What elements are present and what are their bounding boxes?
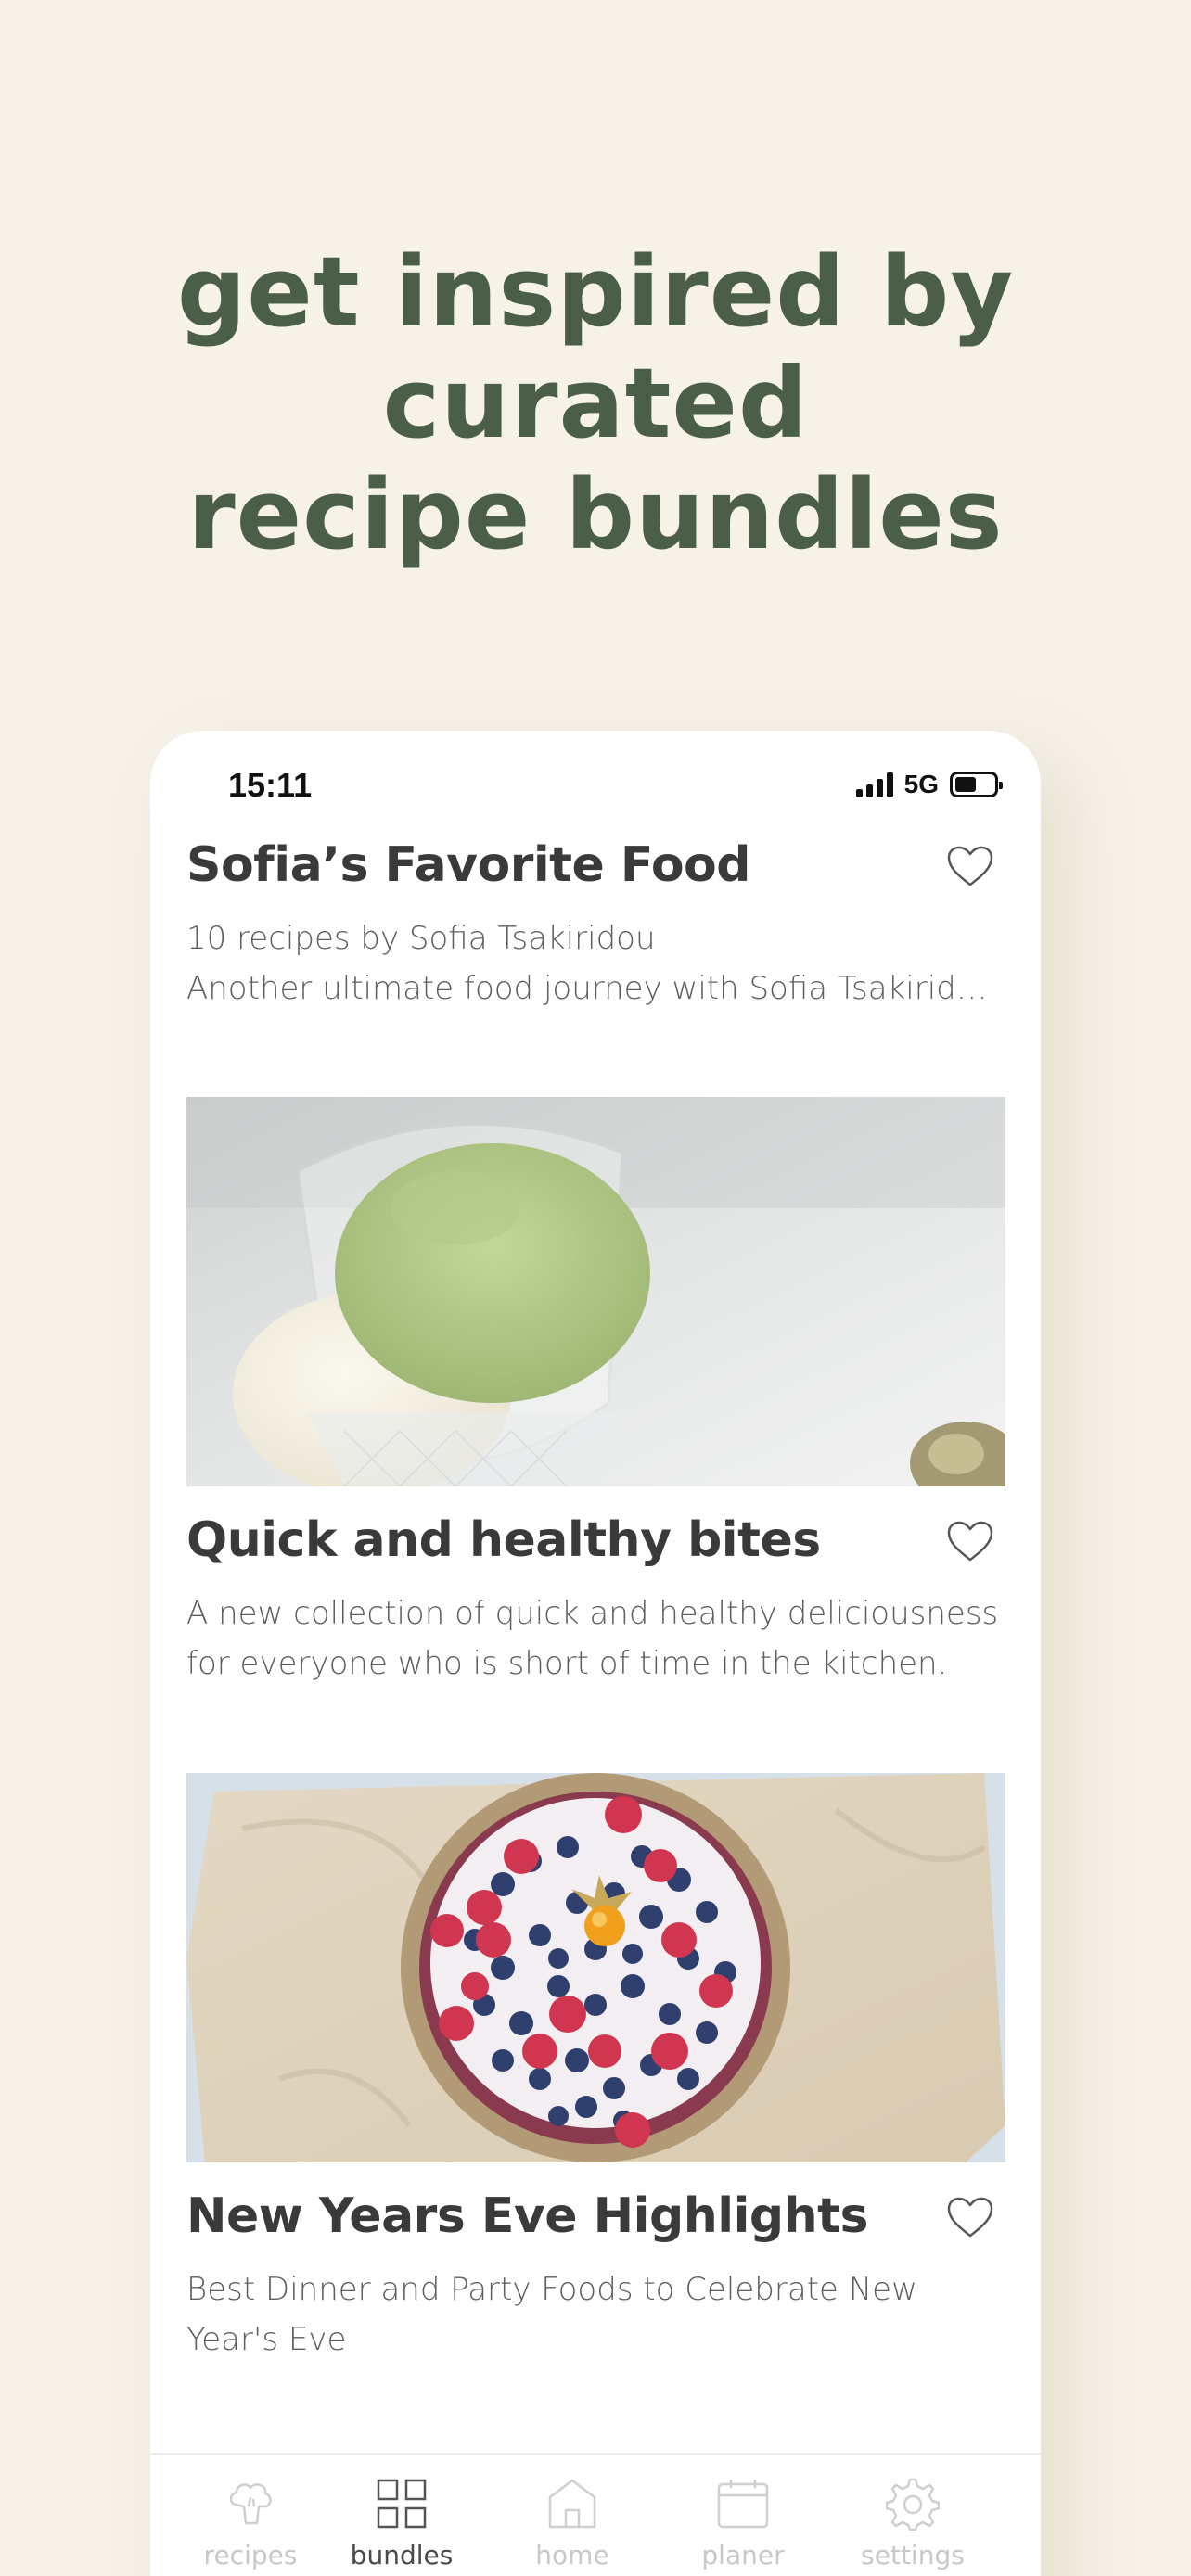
tab-label: recipes — [203, 2540, 298, 2570]
house-icon — [548, 2479, 596, 2529]
status-indicators: 5G — [855, 770, 1003, 799]
tab-label: settings — [861, 2540, 965, 2570]
tab-settings[interactable]: settings — [843, 2477, 982, 2570]
bundle-card-new-years-eve-highlights[interactable]: New Years Eve Highlights Best Dinner and… — [186, 2188, 1005, 2365]
tab-label: planer — [701, 2540, 785, 2570]
bundle-title: Sofia’s Favorite Food — [186, 837, 751, 893]
status-time: 15:11 — [228, 766, 313, 804]
headline-line-3: recipe bundles — [187, 458, 1004, 571]
tab-label: bundles — [350, 2540, 454, 2570]
bundle-card-sofias-favorite-food[interactable]: Sofia’s Favorite Food 10 recipes by Sofi… — [186, 837, 1005, 1014]
gear-icon — [886, 2478, 940, 2531]
bundle-title: Quick and healthy bites — [186, 1512, 821, 1568]
status-bar: 15:11 5G — [150, 731, 1041, 842]
heart-icon[interactable] — [946, 1520, 994, 1562]
bundle-card-quick-and-healthy-bites[interactable]: Quick and healthy bites A new collection… — [186, 1512, 1005, 1689]
tab-bar: recipes bundles home planer settings — [150, 2453, 1041, 2576]
heart-icon[interactable] — [946, 2196, 994, 2238]
bundle-description-line-2: for everyone who is short of time in the… — [186, 1645, 948, 1682]
signal-icon — [855, 772, 893, 797]
bundle-title: New Years Eve Highlights — [186, 2188, 868, 2244]
tab-label: home — [535, 2540, 609, 2570]
page-headline: get inspired by curated recipe bundles — [0, 236, 1191, 570]
heart-icon[interactable] — [946, 845, 994, 887]
network-label: 5G — [903, 770, 939, 798]
bundle-subtitle: 10 recipes by Sofia Tsakiridou — [186, 920, 656, 957]
tab-bundles[interactable]: bundles — [332, 2477, 471, 2570]
grid-icon — [377, 2479, 427, 2529]
calendar-icon — [717, 2480, 769, 2529]
phone-screen: 15:11 5G Sofia’s Favorite Food 10 recipe… — [150, 731, 1041, 2576]
headline-line-1: get inspired by — [176, 236, 1015, 349]
tab-home[interactable]: home — [503, 2477, 642, 2570]
broccoli-icon — [229, 2483, 272, 2525]
bundle-image-ice-cream[interactable] — [186, 1097, 1005, 1486]
bundle-image-berry-tart[interactable] — [186, 1773, 1005, 2162]
battery-icon — [950, 772, 1003, 797]
headline-line-2: curated — [382, 347, 809, 460]
bundle-description-line-1: A new collection of quick and healthy de… — [186, 1595, 999, 1632]
tab-planer[interactable]: planer — [673, 2477, 813, 2570]
bundle-description: Another ultimate food journey with Sofia… — [186, 970, 1005, 1007]
bundle-description-line-1: Best Dinner and Party Foods to Celebrate… — [186, 2271, 917, 2308]
tab-recipes[interactable]: recipes — [181, 2477, 320, 2570]
bundle-description-line-2: Year's Eve — [186, 2321, 347, 2358]
